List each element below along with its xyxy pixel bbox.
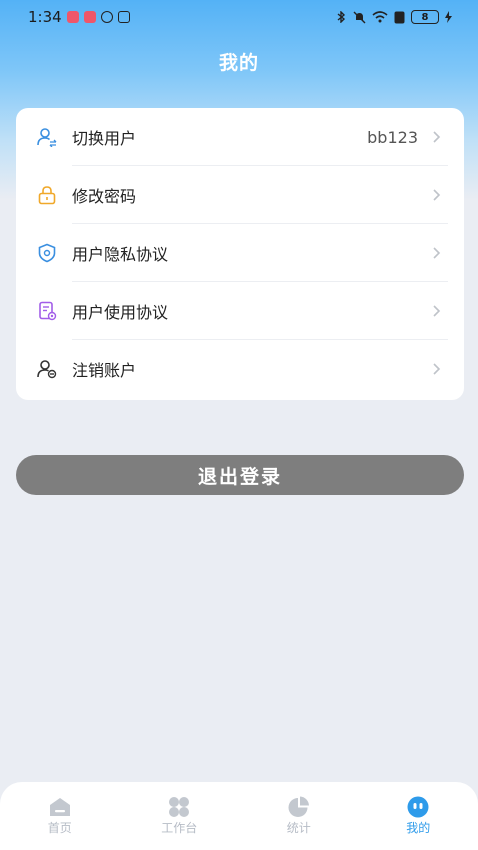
sim-icon: [394, 11, 405, 23]
pie-chart-icon: [286, 796, 312, 818]
profile-face-icon: [405, 796, 431, 818]
nfc-icon: [117, 11, 130, 23]
status-right: 8: [335, 10, 452, 24]
menu-card: 切换用户 bb123 修改密码 用户隐私协议 用户使用协议 注销账户: [16, 108, 464, 400]
mute-bell-icon: [353, 11, 366, 23]
menu-item-change-password[interactable]: 修改密码: [16, 166, 464, 224]
document-icon: [36, 300, 58, 322]
notification-app-icon: [66, 11, 79, 23]
bluetooth-icon: [337, 11, 346, 23]
wifi-icon: [372, 11, 388, 23]
tab-label: 统计: [286, 821, 311, 835]
status-bar: 1:34 8: [0, 0, 478, 34]
menu-item-user-agreement[interactable]: 用户使用协议: [16, 282, 464, 340]
bottom-tab-bar: 首页 工作台 统计 我的: [0, 782, 478, 850]
current-username: bb123: [367, 127, 418, 147]
page-title: 我的: [218, 52, 259, 74]
tab-workbench[interactable]: 工作台: [139, 796, 219, 836]
logout-button[interactable]: 退出登录: [16, 455, 464, 495]
tab-mine[interactable]: 我的: [378, 796, 458, 836]
lock-icon: [36, 184, 58, 206]
speedometer-icon: [100, 11, 113, 23]
menu-item-label: 用户隐私协议: [72, 245, 169, 264]
home-icon: [47, 796, 73, 818]
chevron-right-icon: [433, 189, 441, 201]
menu-item-switch-user[interactable]: 切换用户 bb123: [16, 108, 464, 166]
chevron-right-icon: [433, 305, 441, 317]
tab-statistics[interactable]: 统计: [259, 796, 339, 836]
chevron-right-icon: [433, 363, 441, 375]
charging-icon: [445, 11, 452, 23]
chevron-right-icon: [433, 247, 441, 259]
status-left: 1:34: [28, 8, 130, 26]
chevron-right-icon: [433, 131, 441, 143]
battery-indicator: 8: [411, 10, 439, 24]
status-time: 1:34: [28, 8, 62, 26]
tab-label: 我的: [406, 821, 431, 835]
menu-item-label: 用户使用协议: [72, 303, 169, 322]
user-switch-icon: [36, 126, 58, 148]
notification-app-icon: [83, 11, 96, 23]
tab-home[interactable]: 首页: [20, 796, 100, 836]
grid-icon: [166, 796, 192, 818]
user-remove-icon: [36, 358, 58, 380]
menu-item-label: 注销账户: [72, 361, 137, 380]
shield-icon: [36, 242, 58, 264]
menu-item-label: 修改密码: [72, 187, 137, 206]
tab-label: 工作台: [161, 821, 198, 835]
menu-item-label: 切换用户: [72, 129, 137, 148]
menu-item-delete-account[interactable]: 注销账户: [16, 340, 464, 398]
tab-label: 首页: [47, 821, 72, 835]
menu-item-privacy-policy[interactable]: 用户隐私协议: [16, 224, 464, 282]
